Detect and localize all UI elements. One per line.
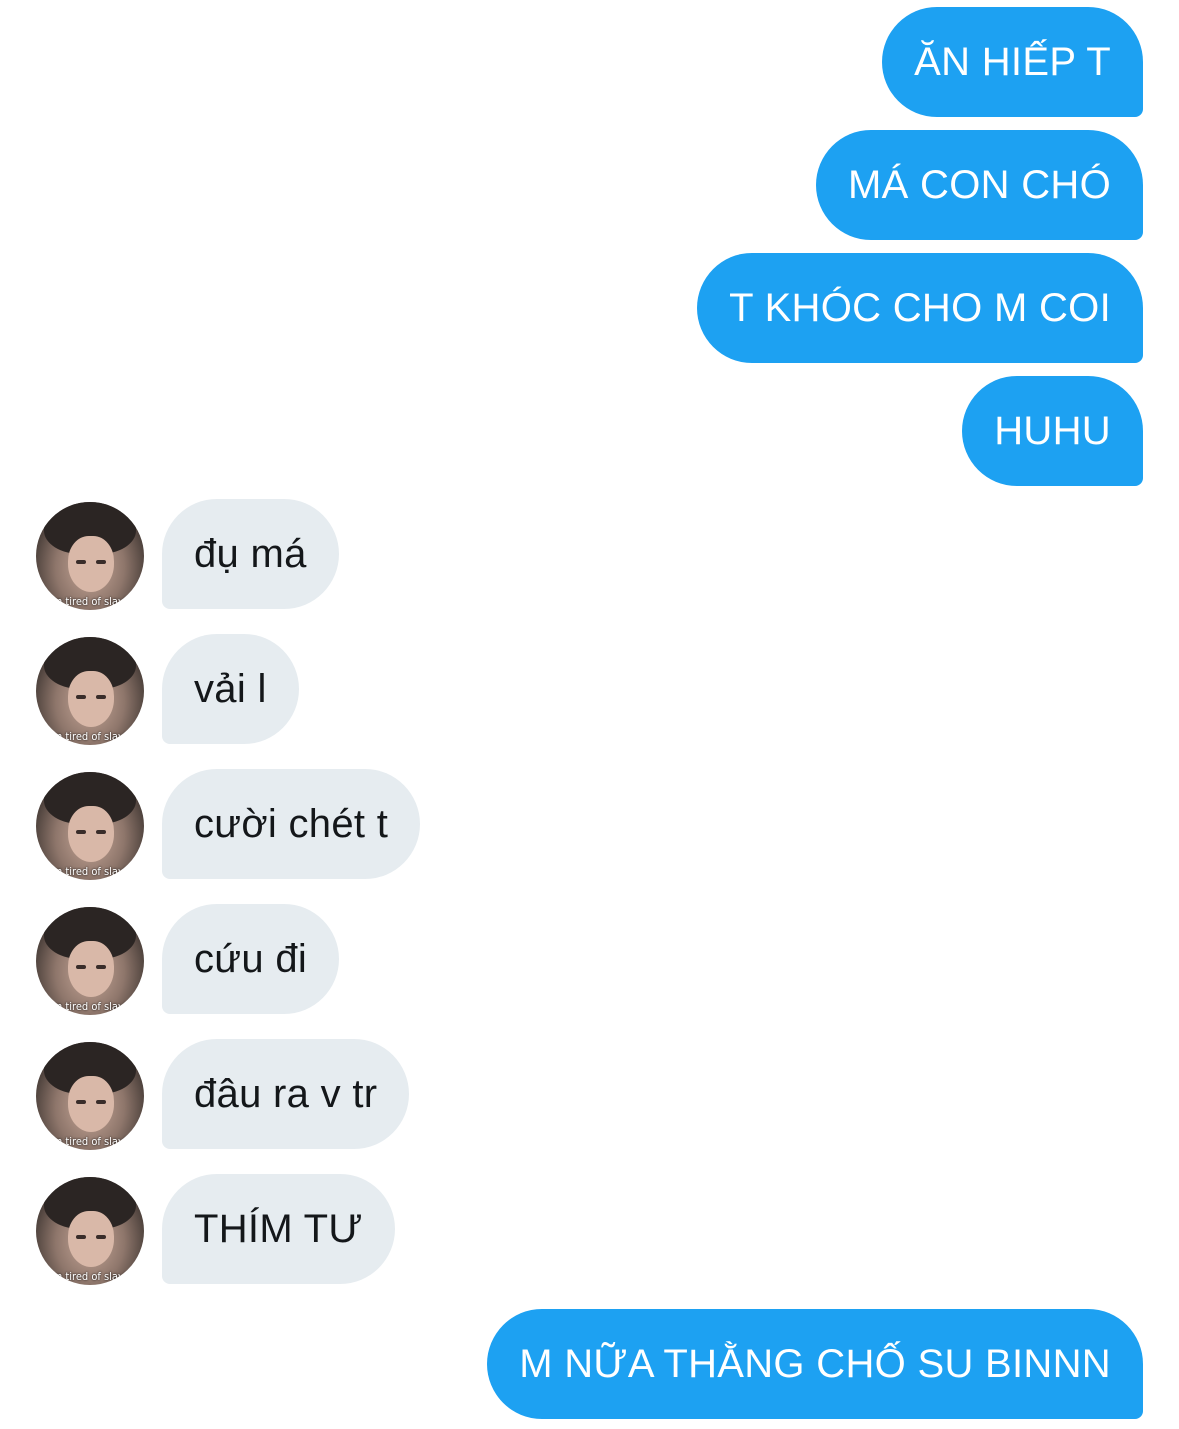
message-text: vải l [194,666,267,711]
message-text: M NỮA THẰNG CHỐ SU BINNN [519,1341,1111,1386]
avatar-caption: i'm tired of slavin [47,1135,133,1148]
avatar-caption: i'm tired of slavin [47,730,133,743]
message-bubble-sent[interactable]: T KHÓC CHO M COI [697,253,1143,363]
sender-avatar[interactable]: i'm tired of slavin [36,1042,144,1150]
avatar-caption: i'm tired of slavin [47,1000,133,1013]
avatar-caption: i'm tired of slavin [47,865,133,878]
message-bubble-sent[interactable]: MÁ CON CHÓ [816,130,1143,240]
message-bubble-sent[interactable]: M NỮA THẰNG CHỐ SU BINNN [487,1309,1143,1419]
avatar-caption: i'm tired of slavin [47,1270,133,1283]
message-bubble-sent[interactable]: ĂN HIẾP T [882,7,1143,117]
sender-avatar[interactable]: i'm tired of slavin [36,1177,144,1285]
sender-avatar[interactable]: i'm tired of slavin [36,502,144,610]
message-bubble-received[interactable]: đâu ra v tr [162,1039,410,1149]
avatar-caption: i'm tired of slavin [47,595,133,608]
message-bubble-sent[interactable]: HUHU [962,376,1143,486]
message-text: cười chét t [194,801,389,846]
message-text: đụ má [194,531,307,576]
message-text: đâu ra v tr [194,1071,378,1116]
message-text: THÍM TƯ [194,1206,363,1251]
message-bubble-received[interactable]: cứu đi [162,904,340,1014]
message-bubble-received[interactable]: đụ má [162,499,339,609]
message-text: cứu đi [194,936,308,981]
message-text: MÁ CON CHÓ [848,162,1111,207]
message-text: ĂN HIẾP T [914,39,1111,84]
message-bubble-received[interactable]: THÍM TƯ [162,1174,395,1284]
message-bubble-received[interactable]: vải l [162,634,299,744]
message-text: T KHÓC CHO M COI [729,285,1111,330]
sender-avatar[interactable]: i'm tired of slavin [36,907,144,1015]
message-text: HUHU [994,408,1111,453]
sender-avatar[interactable]: i'm tired of slavin [36,637,144,745]
message-bubble-received[interactable]: cười chét t [162,769,421,879]
sender-avatar[interactable]: i'm tired of slavin [36,772,144,880]
